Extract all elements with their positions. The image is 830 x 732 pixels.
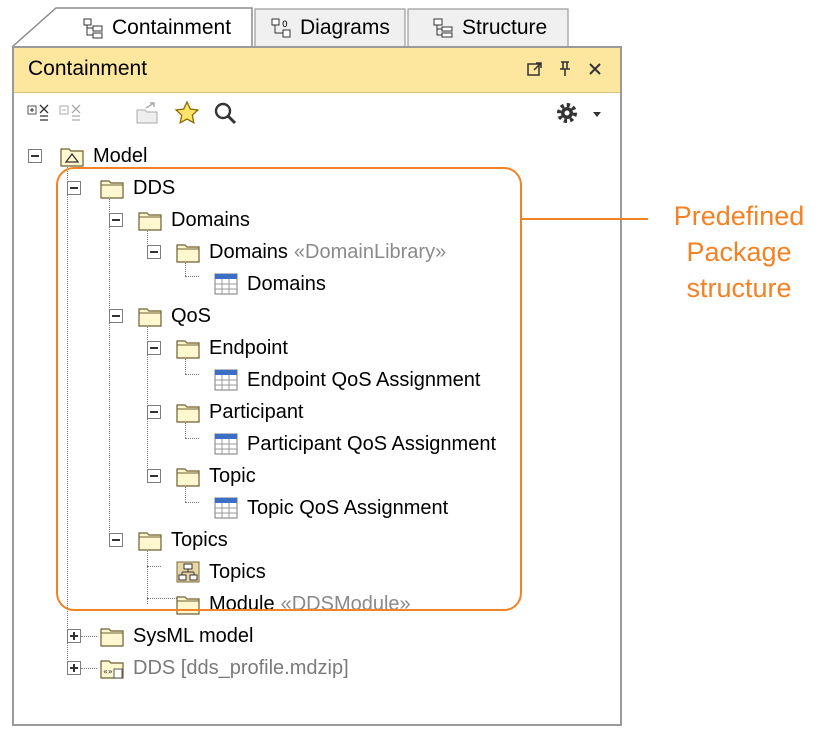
package-icon bbox=[100, 625, 124, 647]
model-icon bbox=[60, 145, 84, 167]
tab-structure[interactable]: Structure bbox=[432, 10, 547, 46]
search-icon[interactable] bbox=[212, 100, 238, 126]
view-tabs: Containment 0 Diagrams Structure bbox=[0, 0, 640, 48]
callout-line-1: Predefined bbox=[673, 201, 805, 231]
expand-toggle[interactable] bbox=[67, 629, 81, 643]
expand-icon[interactable] bbox=[26, 100, 52, 126]
tab-containment-label: Containment bbox=[112, 16, 232, 39]
tree-guide bbox=[81, 668, 97, 669]
close-icon[interactable] bbox=[586, 60, 604, 78]
node-label: SysML model bbox=[133, 624, 254, 647]
tab-diagrams[interactable]: 0 Diagrams bbox=[270, 10, 390, 46]
svg-text:0: 0 bbox=[282, 20, 288, 30]
panel-titlebar: Containment bbox=[14, 48, 620, 93]
export-icon[interactable] bbox=[134, 100, 160, 126]
star-icon[interactable] bbox=[174, 100, 200, 126]
panel-toolbar bbox=[14, 92, 620, 134]
structure-icon bbox=[433, 18, 453, 38]
diagrams-icon: 0 bbox=[271, 18, 291, 38]
containment-icon bbox=[83, 18, 103, 39]
tab-structure-label: Structure bbox=[462, 16, 548, 39]
callout-text: Predefined Package structure bbox=[650, 198, 828, 306]
collapse-toggle[interactable] bbox=[28, 149, 42, 163]
node-label: Model bbox=[93, 144, 148, 167]
expand-toggle[interactable] bbox=[67, 661, 81, 675]
callout-connector bbox=[522, 218, 648, 220]
tree-node-sysml-model[interactable]: SysML model bbox=[100, 620, 253, 652]
undock-icon[interactable] bbox=[526, 60, 544, 78]
tree-guide bbox=[81, 636, 97, 637]
callout-line-3: structure bbox=[686, 273, 792, 303]
gear-icon[interactable] bbox=[554, 100, 580, 126]
tab-diagrams-label: Diagrams bbox=[300, 16, 390, 39]
profile-icon bbox=[100, 657, 124, 679]
node-label: DDS [dds_profile.mdzip] bbox=[133, 656, 349, 679]
tab-containment[interactable]: Containment bbox=[82, 10, 231, 46]
panel-title: Containment bbox=[28, 57, 148, 80]
tree-node-dds-profile[interactable]: DDS [dds_profile.mdzip] bbox=[100, 652, 349, 684]
pin-icon[interactable] bbox=[556, 60, 574, 78]
highlight-box bbox=[56, 167, 522, 611]
dropdown-arrow-icon[interactable] bbox=[590, 100, 604, 126]
callout-line-2: Package bbox=[686, 237, 792, 267]
collapse-icon[interactable] bbox=[58, 100, 84, 126]
